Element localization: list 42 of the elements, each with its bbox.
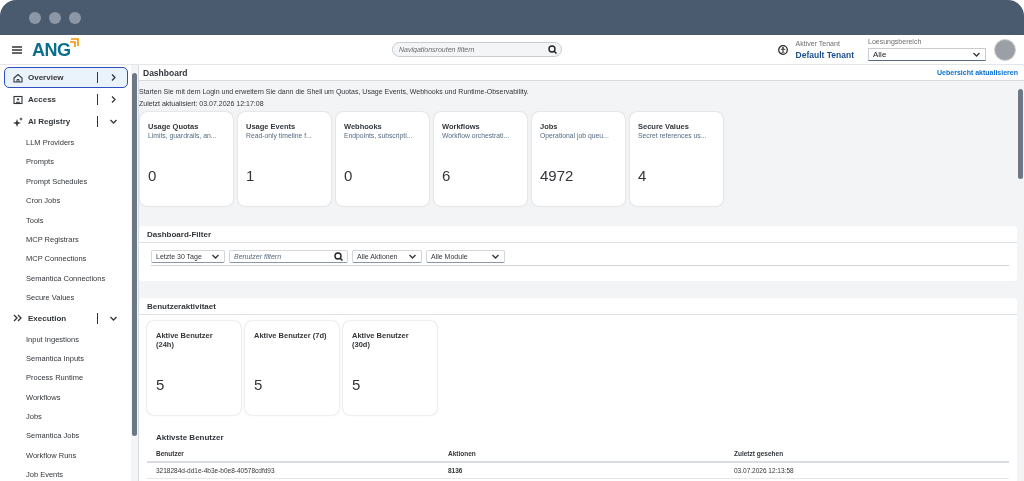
table-title: Aktivste Benutzer	[155, 432, 225, 442]
menu-icon[interactable]	[12, 45, 22, 54]
scrollbar[interactable]	[131, 65, 138, 481]
window-dot[interactable]	[69, 11, 81, 24]
card-value: 5	[156, 376, 166, 393]
panel-title: Dashboard-Filter	[139, 226, 1017, 243]
logo: ANG	[32, 39, 79, 60]
card-value: 0	[148, 167, 158, 184]
chevron-down-icon[interactable]	[109, 117, 118, 126]
chevron-down-icon	[491, 252, 500, 261]
card-value: 4972	[540, 167, 575, 184]
card-value: 5	[254, 376, 264, 393]
nav-group-item[interactable]: Execution	[4, 307, 128, 329]
search-icon[interactable]	[334, 252, 343, 261]
card-value: 4	[638, 167, 648, 184]
scope-select[interactable]: Alle	[868, 48, 986, 61]
page-title: Dashboard	[143, 67, 188, 78]
arrow-icon	[68, 37, 79, 48]
home-icon	[13, 72, 23, 83]
sparkle-icon	[13, 116, 23, 127]
accessibility-icon[interactable]	[777, 44, 788, 55]
avatar[interactable]	[994, 38, 1016, 61]
panel-title: Benutzeraktivitaet	[139, 298, 1017, 315]
id-card-icon	[13, 94, 23, 105]
nav-group-item[interactable]: Access	[4, 89, 128, 110]
double-chevron-icon	[13, 313, 23, 323]
chevron-down-icon	[211, 252, 220, 261]
chevron-down-icon	[972, 50, 981, 59]
tenant-name[interactable]: Default Tenant	[795, 49, 854, 60]
nav-group-item[interactable]: AI Registry	[4, 111, 128, 132]
card-value: 6	[442, 167, 452, 184]
nav-group-item[interactable]: Overview	[4, 67, 128, 88]
chevron-down-icon	[408, 252, 417, 261]
window-dot[interactable]	[29, 11, 41, 24]
chevron-right-icon[interactable]	[109, 73, 118, 82]
scrollbar[interactable]	[1017, 81, 1024, 481]
window-dot[interactable]	[49, 11, 61, 24]
card-value: 0	[344, 167, 354, 184]
chevron-right-icon[interactable]	[109, 95, 118, 104]
search-icon[interactable]	[548, 45, 557, 54]
card-value: 5	[352, 376, 362, 393]
card-value: 1	[246, 167, 256, 184]
